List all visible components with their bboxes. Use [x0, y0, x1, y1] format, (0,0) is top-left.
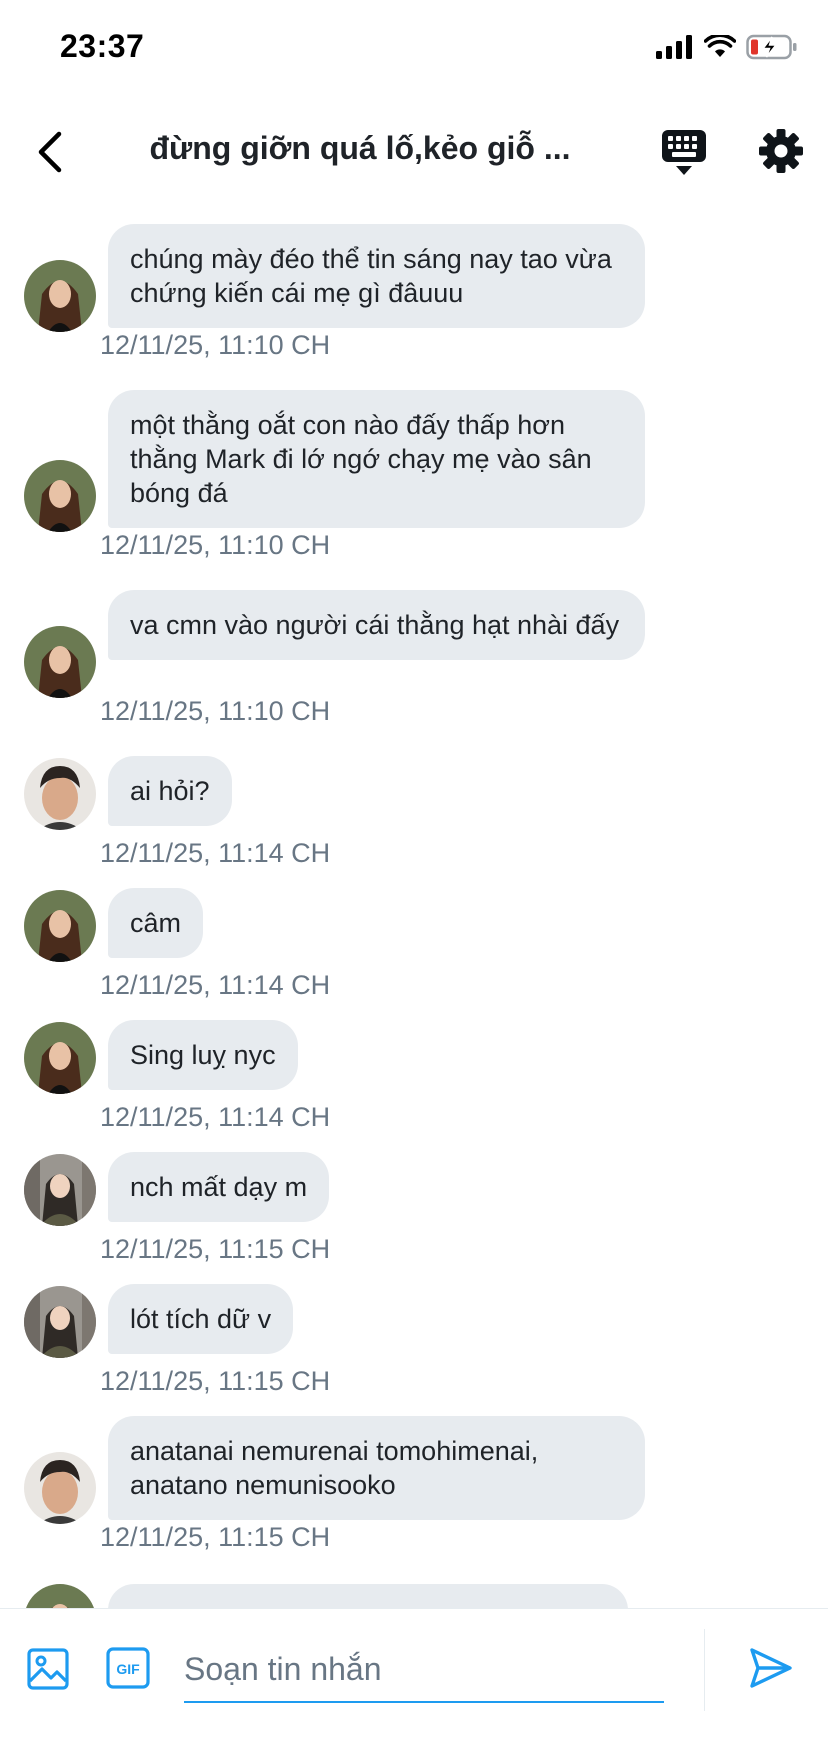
message-timestamp: 12/11/25, 11:10 CH [100, 330, 331, 360]
avatar[interactable] [24, 1022, 96, 1094]
message-bubble[interactable]: va cmn vào người cái thằng hạt nhài đấy [108, 590, 645, 660]
boy-avatar-icon [24, 1452, 96, 1524]
avatar[interactable] [24, 460, 96, 532]
image-icon [27, 1648, 69, 1690]
girl-avatar-icon [24, 626, 96, 698]
avatar[interactable] [24, 626, 96, 698]
keyboard-button[interactable] [660, 128, 708, 178]
message-timestamp: 12/11/25, 11:14 CH [100, 1102, 331, 1132]
avatar[interactable] [24, 1154, 96, 1226]
chevron-left-icon [38, 131, 62, 173]
send-button[interactable] [748, 1645, 794, 1691]
avatar[interactable] [24, 1286, 96, 1358]
girl-avatar-icon [24, 1022, 96, 1094]
message-timestamp: 12/11/25, 11:15 CH [100, 1234, 331, 1264]
message-bubble-partial[interactable] [108, 1584, 628, 1608]
conversation-title[interactable]: đừng giỡn quá lố,kẻo giỗ ... [140, 130, 580, 167]
message-timestamp: 12/11/25, 11:10 CH [100, 696, 331, 726]
avatar[interactable] [24, 1452, 96, 1524]
keyboard-icon [662, 130, 706, 175]
avatar[interactable] [24, 260, 96, 332]
avatar[interactable] [24, 890, 96, 962]
message-input[interactable] [184, 1637, 664, 1703]
message-bubble[interactable]: câm [108, 888, 204, 958]
conversation-header: đừng giỡn quá lố,kẻo giỗ ... [0, 110, 828, 198]
boy-avatar-icon [24, 758, 96, 830]
back-button[interactable] [22, 124, 78, 180]
avatar[interactable] [24, 1584, 96, 1608]
gif-icon: GIF [106, 1647, 150, 1689]
message-bubble[interactable]: nch mất dạy m [108, 1152, 330, 1222]
message-composer: GIF [0, 1608, 828, 1751]
message-bubble[interactable]: Sing luỵ nyc [108, 1020, 298, 1090]
girl-street-avatar-icon [24, 1154, 96, 1226]
message-timestamp: 12/11/25, 11:10 CH [100, 530, 331, 560]
composer-divider [704, 1629, 705, 1711]
message-timestamp: 12/11/25, 11:14 CH [100, 838, 331, 868]
message-bubble[interactable]: lót tích dữ v [108, 1284, 294, 1354]
message-timestamp: 12/11/25, 11:15 CH [100, 1522, 331, 1552]
add-image-button[interactable] [26, 1647, 70, 1691]
add-gif-button[interactable]: GIF [106, 1647, 150, 1689]
girl-avatar-icon [24, 1584, 96, 1608]
girl-avatar-icon [24, 460, 96, 532]
settings-button[interactable] [758, 128, 804, 174]
status-icons [656, 34, 798, 60]
status-time: 23:37 [60, 28, 145, 64]
message-bubble[interactable]: một thằng oắt con nào đấy thấp hơn thằng… [108, 390, 645, 528]
avatar[interactable] [24, 758, 96, 830]
svg-text:GIF: GIF [116, 1661, 140, 1677]
message-bubble[interactable]: ai hỏi? [108, 756, 232, 826]
message-list[interactable]: chúng mày đéo thể tin sáng nay tao vừa c… [0, 200, 828, 1608]
wifi-icon [704, 35, 736, 57]
message-bubble[interactable]: anatanai nemurenai tomohimenai, anatano … [108, 1416, 645, 1520]
gear-icon [759, 129, 803, 173]
girl-avatar-icon [24, 890, 96, 962]
cellular-signal-icon [656, 35, 692, 59]
message-bubble[interactable]: chúng mày đéo thể tin sáng nay tao vừa c… [108, 224, 645, 328]
message-timestamp: 12/11/25, 11:15 CH [100, 1366, 331, 1396]
battery-charging-icon [746, 34, 797, 60]
girl-avatar-icon [24, 260, 96, 332]
message-timestamp: 12/11/25, 11:14 CH [100, 970, 331, 1000]
status-bar: 23:37 [0, 0, 828, 100]
send-icon [750, 1648, 792, 1688]
girl-street-avatar-icon [24, 1286, 96, 1358]
